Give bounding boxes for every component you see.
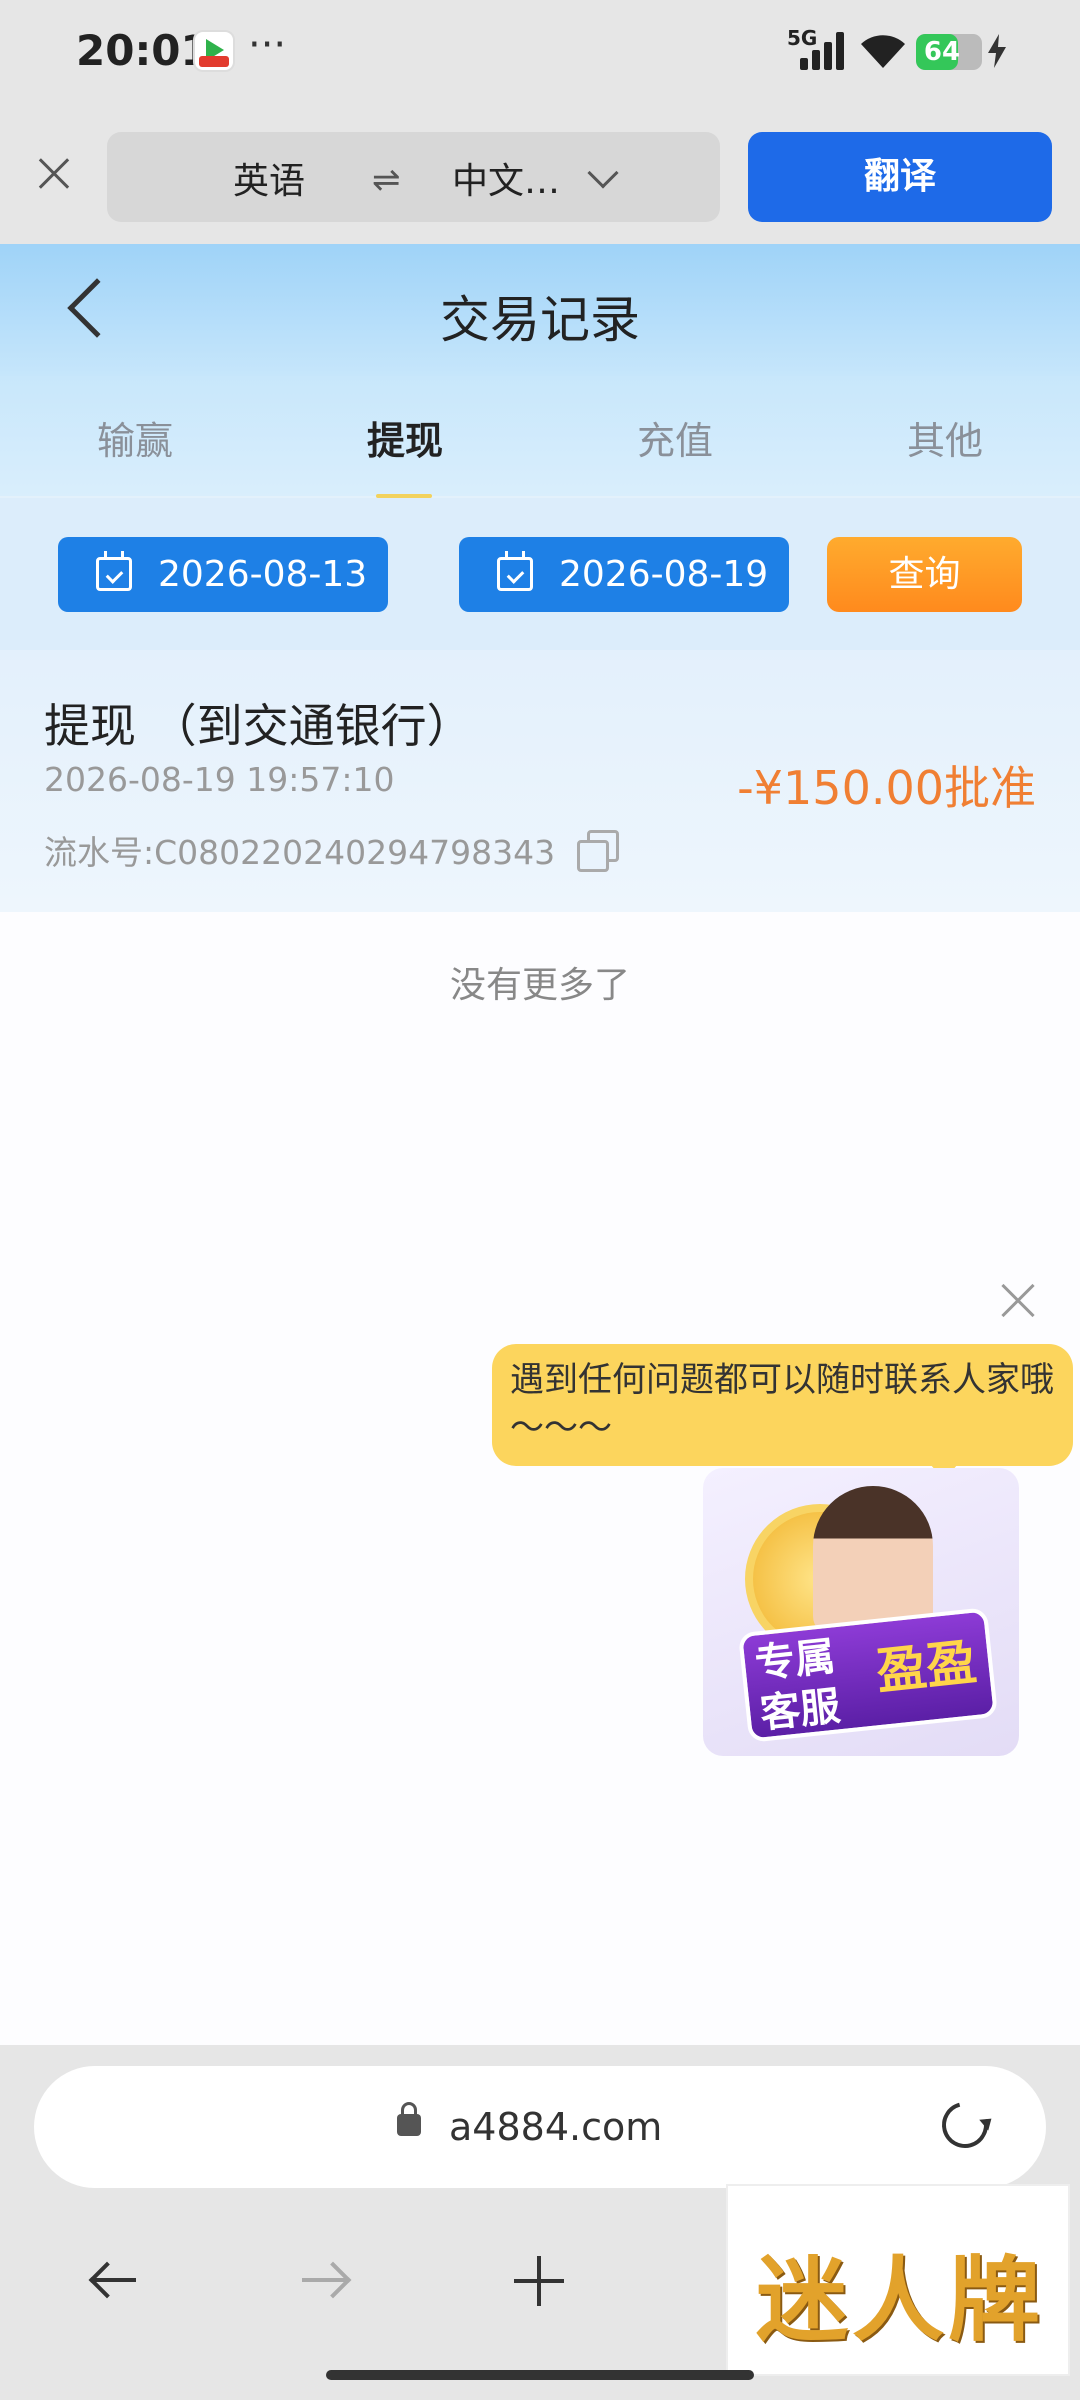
close-translate-icon[interactable] (30, 150, 78, 198)
target-language[interactable]: 中文… (452, 152, 560, 204)
charging-bolt-icon (988, 34, 1006, 68)
tab-other[interactable]: 其他 (810, 410, 1080, 465)
tab-deposit[interactable]: 充值 (540, 410, 810, 465)
language-selector[interactable] (107, 132, 720, 222)
home-indicator[interactable] (326, 2370, 754, 2380)
url-text[interactable]: a4884.com (449, 2105, 662, 2149)
calendar-icon (96, 551, 132, 591)
forward-arrow-icon[interactable] (300, 2265, 350, 2295)
calendar-icon (497, 551, 533, 591)
support-message-bubble[interactable]: 遇到任何问题都可以随时联系人家哦～～～ (492, 1344, 1073, 1466)
more-notifications-icon: ··· (248, 22, 287, 68)
new-tab-icon[interactable] (514, 2256, 564, 2306)
tab-withdraw[interactable]: 提现 (270, 410, 540, 465)
signal-icon (800, 32, 846, 70)
battery-percent: 64 (923, 37, 961, 67)
agent-portrait (813, 1486, 933, 1636)
watermark-text: 迷人牌 (755, 2246, 1044, 2354)
record-title: 提现 （到交通银行） (44, 699, 473, 753)
swap-languages-icon[interactable]: ⇌ (372, 160, 401, 200)
record-amount-status: -¥150.00批准 (737, 761, 1036, 815)
lock-icon (397, 2102, 421, 2136)
source-language[interactable]: 英语 (233, 152, 305, 204)
list-end-text: 没有更多了 (449, 965, 630, 1006)
badge-agent-name: 盈盈 (873, 1632, 980, 1701)
wifi-icon (861, 35, 905, 68)
customer-service-avatar[interactable]: 专属 客服 盈盈 (703, 1468, 1019, 1756)
tab-win-loss[interactable]: 输赢 (0, 410, 270, 465)
watermark-logo: 迷人牌 (726, 2184, 1070, 2376)
end-date-picker[interactable]: 2026-08-19 (459, 537, 789, 612)
start-date-picker[interactable]: 2026-08-13 (58, 537, 388, 612)
back-arrow-icon[interactable] (90, 2265, 140, 2295)
close-support-icon[interactable] (996, 1278, 1040, 1322)
start-date-value: 2026-08-13 (158, 554, 368, 595)
video-app-icon (193, 30, 235, 72)
query-button[interactable]: 查询 (827, 537, 1022, 612)
translate-button[interactable]: 翻译 (748, 132, 1052, 222)
copy-icon[interactable] (577, 830, 619, 872)
record-serial-number: 流水号:C080220240294798343 (44, 833, 556, 872)
battery-icon: 64 (916, 34, 982, 70)
page-title: 交易记录 (440, 291, 640, 349)
status-time: 20:01 (76, 26, 210, 75)
end-date-value: 2026-08-19 (559, 554, 769, 595)
